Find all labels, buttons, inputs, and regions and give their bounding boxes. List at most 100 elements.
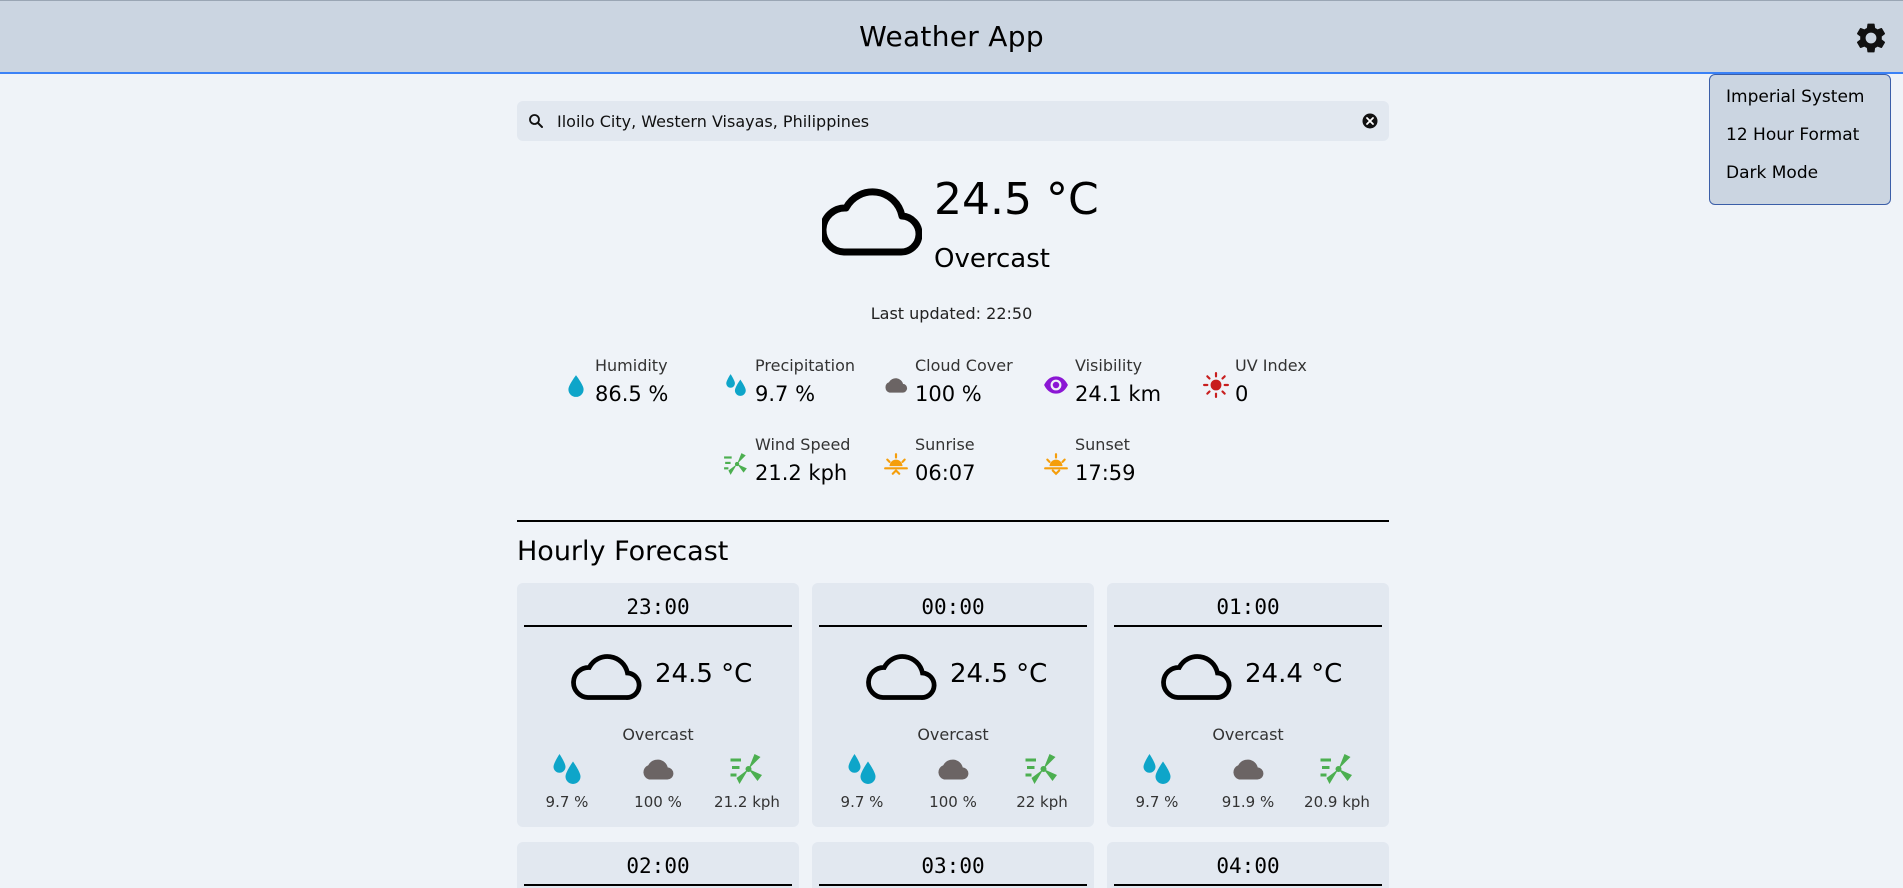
- hour-time: 02:00: [626, 854, 690, 878]
- hour-precip-value: 9.7 %: [840, 793, 884, 811]
- location-search: [517, 101, 1389, 141]
- stat-label: Cloud Cover: [915, 356, 1013, 375]
- hour-cloud-value: 91.9 %: [1221, 793, 1275, 811]
- hour-time: 00:00: [921, 595, 985, 619]
- hour-precip: 9.7 %: [822, 751, 902, 811]
- precipitation-drops-icon: [553, 754, 581, 784]
- cloud-cover-icon: [938, 759, 969, 780]
- hourly-forecast-title: Hourly Forecast: [517, 536, 729, 567]
- cloud-icon: [822, 188, 922, 256]
- hour-wind: 21.2 kph: [707, 751, 787, 811]
- hour-time: 03:00: [921, 854, 985, 878]
- hour-condition: Overcast: [622, 725, 694, 744]
- precipitation-drops-icon: [726, 374, 746, 396]
- stat-value: 06:07: [915, 461, 976, 485]
- hour-wind-value: 20.9 kph: [1304, 793, 1370, 811]
- stat-label: Precipitation: [755, 356, 856, 375]
- hour-time: 04:00: [1216, 854, 1280, 878]
- current-weather: 24.5 °C Overcast: [822, 170, 1242, 290]
- hour-condition: Overcast: [917, 725, 989, 744]
- app-header: Weather App: [0, 0, 1903, 74]
- stat-label: Visibility: [1075, 356, 1143, 375]
- stat-label: Humidity: [595, 356, 668, 375]
- hourly-card[interactable]: 23:00 24.5 °C Overcast 9.7 % 100 % 21.2 …: [517, 583, 799, 827]
- hourly-card[interactable]: 04:00: [1107, 842, 1389, 888]
- menu-item-imperial-system[interactable]: Imperial System: [1710, 85, 1890, 123]
- stat-value: 21.2 kph: [755, 461, 848, 485]
- cloud-cover-icon: [1233, 759, 1264, 780]
- stat-label: Wind Speed: [755, 435, 851, 454]
- hour-cloud-value: 100 %: [634, 793, 682, 811]
- hour-precip-value: 9.7 %: [545, 793, 589, 811]
- stat-value: 100 %: [915, 382, 982, 406]
- stat-sunset: Sunset 17:59: [1043, 435, 1203, 495]
- stat-value: 9.7 %: [755, 382, 816, 406]
- settings-menu: Imperial System 12 Hour Format Dark Mode: [1709, 74, 1891, 205]
- wind-icon: [730, 754, 762, 784]
- stat-value: 0: [1235, 382, 1249, 406]
- humidity-drop-icon: [568, 375, 584, 397]
- hour-time: 01:00: [1216, 595, 1280, 619]
- hour-temperature: 24.5 °C: [950, 659, 1048, 689]
- section-divider: [517, 520, 1389, 522]
- cloud-cover-icon: [643, 759, 674, 780]
- stat-sunrise: Sunrise 06:07: [883, 435, 1043, 495]
- cloud-icon: [571, 654, 642, 700]
- card-divider: [1114, 625, 1382, 627]
- hour-cloud-value: 100 %: [929, 793, 977, 811]
- cloud-cover-icon: [885, 378, 908, 393]
- stat-visibility: Visibility 24.1 km: [1043, 356, 1203, 416]
- stat-uv-index: UV Index 0: [1203, 356, 1363, 416]
- stat-wind-speed: Wind Speed 21.2 kph: [723, 435, 883, 495]
- eye-icon: [1044, 376, 1068, 394]
- card-divider: [524, 884, 792, 886]
- hour-temperature: 24.4 °C: [1245, 659, 1343, 689]
- hour-cloud: 100 %: [618, 751, 698, 811]
- hourly-card[interactable]: 01:00 24.4 °C Overcast 9.7 % 91.9 % 20.9…: [1107, 583, 1389, 827]
- stat-value: 86.5 %: [595, 382, 669, 406]
- stat-precipitation: Precipitation 9.7 %: [723, 356, 883, 416]
- current-temperature: 24.5 °C: [934, 174, 1099, 225]
- current-condition: Overcast: [934, 244, 1050, 274]
- card-divider: [1114, 884, 1382, 886]
- wind-icon: [724, 453, 747, 475]
- app-title: Weather App: [859, 20, 1044, 53]
- wind-icon: [1320, 754, 1352, 784]
- last-updated: Last updated: 22:50: [870, 304, 1033, 323]
- sunrise-icon: [884, 453, 908, 475]
- gear-icon[interactable]: [1853, 20, 1889, 56]
- card-divider: [819, 884, 1087, 886]
- stat-cloud-cover: Cloud Cover 100 %: [883, 356, 1043, 416]
- hourly-card[interactable]: 00:00 24.5 °C Overcast 9.7 % 100 % 22 kp…: [812, 583, 1094, 827]
- menu-item-12-hour-format[interactable]: 12 Hour Format: [1710, 123, 1890, 161]
- card-divider: [819, 625, 1087, 627]
- hour-time: 23:00: [626, 595, 690, 619]
- wind-icon: [1025, 754, 1057, 784]
- hourly-card[interactable]: 02:00: [517, 842, 799, 888]
- stat-label: UV Index: [1235, 356, 1307, 375]
- hour-condition: Overcast: [1212, 725, 1284, 744]
- hour-wind: 22 kph: [1002, 751, 1082, 811]
- hour-cloud: 100 %: [913, 751, 993, 811]
- precipitation-drops-icon: [1143, 754, 1171, 784]
- stat-value: 24.1 km: [1075, 382, 1162, 406]
- hour-precip: 9.7 %: [527, 751, 607, 811]
- stat-value: 17:59: [1075, 461, 1136, 485]
- hour-temperature: 24.5 °C: [655, 659, 753, 689]
- stat-humidity: Humidity 86.5 %: [563, 356, 723, 416]
- cloud-icon: [866, 654, 937, 700]
- menu-item-dark-mode[interactable]: Dark Mode: [1710, 161, 1890, 199]
- stat-label: Sunset: [1075, 435, 1130, 454]
- hour-wind-value: 21.2 kph: [714, 793, 780, 811]
- hour-wind: 20.9 kph: [1297, 751, 1377, 811]
- hour-precip-value: 9.7 %: [1135, 793, 1179, 811]
- uv-sun-icon: [1203, 372, 1229, 398]
- stat-label: Sunrise: [915, 435, 975, 454]
- search-icon: [529, 114, 543, 128]
- sunset-icon: [1044, 453, 1068, 476]
- hourly-card[interactable]: 03:00: [812, 842, 1094, 888]
- hour-cloud: 91.9 %: [1208, 751, 1288, 811]
- clear-icon[interactable]: [1361, 112, 1379, 130]
- search-input[interactable]: [557, 111, 1337, 131]
- cloud-icon: [1161, 654, 1232, 700]
